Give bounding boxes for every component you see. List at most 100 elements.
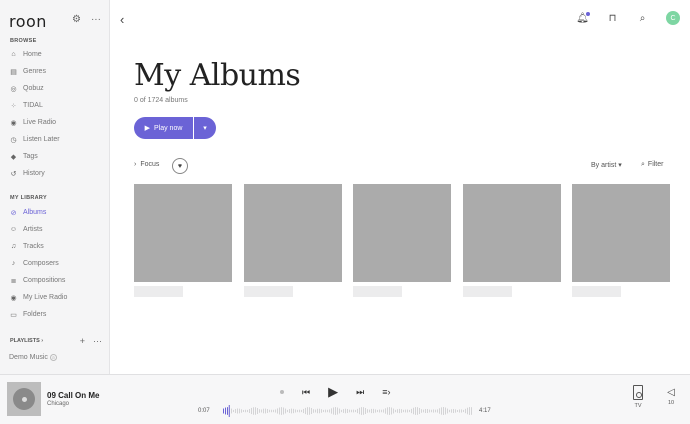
- sidebar-item-live-radio[interactable]: ◉ Live Radio: [0, 114, 110, 131]
- sidebar-item-compositions[interactable]: ≣ Compositions: [0, 272, 110, 289]
- sidebar-item-tidal[interactable]: ⁘ TIDAL: [0, 97, 110, 114]
- zone-selector[interactable]: TV: [630, 385, 646, 409]
- waveform-bar: [239, 408, 240, 414]
- waveform-bar: [399, 408, 400, 414]
- waveform-bar: [375, 409, 376, 413]
- more-icon[interactable]: ···: [93, 336, 102, 346]
- search-icon[interactable]: ⌕: [636, 13, 649, 24]
- chevron-down-icon: ▾: [618, 162, 622, 169]
- play-options-dropdown[interactable]: ▾: [194, 117, 216, 139]
- sidebar-item-home[interactable]: ⌂ Home: [0, 46, 110, 63]
- waveform-bar: [257, 407, 258, 415]
- add-playlist-icon[interactable]: +: [80, 336, 85, 346]
- waveform-bar: [245, 409, 246, 413]
- folder-icon: ▭: [10, 311, 17, 319]
- focus-button[interactable]: › Focus: [134, 161, 159, 168]
- playlists-header[interactable]: PLAYLISTS › + ···: [10, 336, 102, 346]
- compositions-icon: ≣: [10, 277, 17, 285]
- radio-mode-icon[interactable]: [280, 390, 284, 394]
- album-grid: [134, 184, 670, 297]
- sidebar-item-label: Compositions: [23, 277, 66, 284]
- sidebar-item-albums[interactable]: ⊘ Albums: [0, 204, 110, 221]
- sidebar-item-tags[interactable]: ◆ Tags: [0, 148, 110, 165]
- waveform-bar: [359, 407, 360, 415]
- waveform-bar: [387, 407, 388, 415]
- waveform-bar: [297, 409, 298, 413]
- waveform-bar: [279, 407, 280, 415]
- album-art-placeholder: [462, 184, 561, 282]
- zone-label: TV: [634, 403, 642, 409]
- sidebar-item-genres[interactable]: ▤ Genres: [0, 63, 110, 80]
- sidebar-item-composers[interactable]: ♪ Composers: [0, 255, 110, 272]
- tidal-icon: ⁘: [10, 102, 17, 110]
- heart-icon: ♥: [177, 162, 183, 170]
- waveform-bar: [405, 409, 406, 413]
- waveform-bar: [269, 409, 270, 413]
- volume-control[interactable]: ◁ 10: [664, 387, 678, 406]
- track-title[interactable]: 09 Call On Me: [47, 391, 99, 400]
- waveform-bar: [247, 409, 248, 413]
- playlist-item-demo[interactable]: Demo Music ⊙: [9, 354, 57, 361]
- playlist-label: Demo Music: [9, 354, 48, 361]
- waveform-seekbar[interactable]: [222, 405, 472, 417]
- waveform-bar: [327, 409, 328, 413]
- disc-icon: [13, 388, 35, 410]
- sort-dropdown[interactable]: By artist ▾: [591, 161, 622, 169]
- album-card[interactable]: [134, 184, 232, 297]
- waveform-bar: [261, 409, 262, 413]
- waveform-bar: [423, 409, 424, 413]
- track-artist[interactable]: Chicago: [47, 401, 69, 407]
- album-card[interactable]: [572, 184, 670, 297]
- sidebar-item-my-live-radio[interactable]: ◉ My Live Radio: [0, 289, 110, 306]
- sidebar-item-label: Home: [23, 51, 42, 58]
- back-icon[interactable]: ‹: [120, 12, 124, 27]
- queue-icon[interactable]: ≡›: [382, 387, 390, 397]
- sidebar-item-artists[interactable]: ☺ Artists: [0, 221, 110, 238]
- sidebar-item-label: Composers: [23, 260, 59, 267]
- waveform-bar: [419, 407, 420, 415]
- gear-icon[interactable]: ⚙: [72, 14, 81, 25]
- play-icon[interactable]: ▶: [328, 384, 338, 400]
- bookmark-icon[interactable]: ⊓: [606, 13, 619, 24]
- waveform-bar: [321, 409, 322, 413]
- waveform-bar: [223, 408, 224, 414]
- waveform-bar: [275, 409, 276, 413]
- waveform-bar: [305, 407, 306, 415]
- favorite-filter-button[interactable]: ♥: [172, 158, 188, 174]
- waveform-bar: [267, 409, 268, 413]
- waveform-bar: [461, 409, 462, 413]
- waveform-bar: [345, 408, 346, 414]
- next-track-icon[interactable]: ⏭︎: [356, 387, 364, 398]
- waveform-bar: [331, 408, 332, 414]
- album-card[interactable]: [353, 184, 451, 297]
- waveform-bar: [401, 409, 402, 413]
- history-icon: ↺: [10, 170, 17, 178]
- sidebar-item-qobuz[interactable]: ◎ Qobuz: [0, 80, 110, 97]
- avatar[interactable]: C: [666, 11, 680, 25]
- waveform-bar: [369, 409, 370, 413]
- notification-bell-icon[interactable]: 🔔︎: [576, 11, 590, 24]
- waveform-bar: [303, 408, 304, 414]
- waveform-bar: [273, 409, 274, 413]
- sidebar-item-folders[interactable]: ▭ Folders: [0, 306, 110, 323]
- sidebar-item-history[interactable]: ↺ History: [0, 165, 110, 182]
- sidebar-item-tracks[interactable]: ♫ Tracks: [0, 238, 110, 255]
- previous-track-icon[interactable]: ⏮︎: [302, 387, 310, 398]
- waveform-bar: [397, 409, 398, 413]
- album-card[interactable]: [243, 184, 342, 297]
- play-now-button[interactable]: ▶ Play now: [134, 117, 193, 139]
- more-icon[interactable]: ···: [91, 14, 101, 25]
- roon-logo[interactable]: roon: [9, 12, 47, 31]
- playhead[interactable]: [228, 405, 230, 417]
- sidebar-item-listen-later[interactable]: ◷ Listen Later: [0, 131, 110, 148]
- waveform-bar: [411, 408, 412, 414]
- waveform-bar: [323, 409, 324, 413]
- album-cover[interactable]: [7, 382, 41, 416]
- waveform-bar: [469, 407, 470, 415]
- album-card[interactable]: [462, 184, 561, 297]
- waveform-bar: [451, 409, 452, 413]
- sidebar-item-label: TIDAL: [23, 102, 43, 109]
- waveform-bar: [389, 407, 390, 415]
- filter-button[interactable]: ⌕ Filter: [641, 161, 663, 169]
- waveform-bar: [421, 409, 422, 413]
